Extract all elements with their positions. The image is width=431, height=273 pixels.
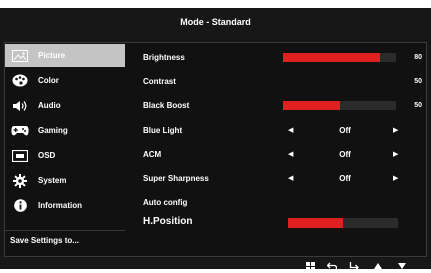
palette-icon (11, 73, 29, 88)
speaker-icon (11, 98, 29, 113)
h-position-slider[interactable] (288, 218, 398, 228)
sidebar-item-gaming[interactable]: Gaming (5, 119, 125, 142)
sidebar-item-label: Audio (38, 101, 61, 110)
sidebar-item-label: Information (38, 201, 82, 210)
super-sharpness-right-arrow-icon[interactable]: ▶ (393, 174, 398, 182)
black-boost-slider[interactable] (283, 101, 396, 110)
contrast-value: 50 (414, 78, 422, 85)
osd-icon (11, 148, 29, 163)
blue-light-left-arrow-icon[interactable]: ◀ (288, 126, 293, 134)
black-boost-slider-fill (283, 101, 340, 110)
enter-icon[interactable] (346, 259, 362, 273)
save-settings-button[interactable]: Save Settings to... (10, 236, 79, 245)
acm-left-arrow-icon[interactable]: ◀ (288, 150, 293, 158)
sidebar-divider (5, 230, 125, 231)
gear-icon (11, 173, 29, 188)
header-bar: Mode - Standard (0, 8, 431, 38)
blue-light-value: Off (339, 126, 351, 135)
sidebar-item-color[interactable]: Color (5, 69, 125, 92)
brightness-slider-fill (283, 53, 381, 62)
osd-menu: Mode - Standard Picture Color Audio Gami… (0, 8, 431, 271)
acm-label: ACM (143, 150, 162, 159)
super-sharpness-value: Off (339, 174, 351, 183)
blue-light-label: Blue Light (143, 126, 183, 135)
sidebar-item-information[interactable]: Information (5, 194, 125, 217)
h-position-label: H.Position (143, 216, 193, 227)
picture-icon (11, 48, 29, 63)
sidebar-item-label: System (38, 176, 67, 185)
sidebar-item-osd[interactable]: OSD (5, 144, 125, 167)
info-icon (11, 198, 29, 213)
sidebar-item-label: Gaming (38, 126, 68, 135)
back-icon[interactable] (324, 259, 340, 273)
sidebar-item-picture[interactable]: Picture (5, 44, 125, 67)
brightness-slider[interactable] (283, 53, 396, 62)
black-boost-value: 50 (414, 102, 422, 109)
acm-value: Off (339, 150, 351, 159)
black-boost-label: Black Boost (143, 101, 190, 110)
contrast-label: Contrast (143, 77, 176, 86)
mode-title: Mode - Standard (180, 17, 251, 27)
auto-config-button[interactable]: Auto config (143, 198, 187, 207)
sidebar-item-label: Picture (38, 51, 66, 60)
super-sharpness-label: Super Sharpness (143, 174, 209, 183)
brightness-label: Brightness (143, 53, 185, 62)
sidebar-item-label: OSD (38, 151, 56, 160)
blue-light-right-arrow-icon[interactable]: ▶ (393, 126, 398, 134)
up-icon[interactable] (370, 259, 386, 273)
down-icon[interactable] (394, 259, 410, 273)
brightness-value: 80 (414, 54, 422, 61)
grid-icon[interactable] (302, 259, 318, 273)
gamepad-icon (11, 123, 29, 138)
h-position-slider-fill (288, 218, 343, 228)
sidebar-item-system[interactable]: System (5, 169, 125, 192)
sidebar-item-audio[interactable]: Audio (5, 94, 125, 117)
acm-right-arrow-icon[interactable]: ▶ (393, 150, 398, 158)
super-sharpness-left-arrow-icon[interactable]: ◀ (288, 174, 293, 182)
sidebar-item-label: Color (38, 76, 59, 85)
